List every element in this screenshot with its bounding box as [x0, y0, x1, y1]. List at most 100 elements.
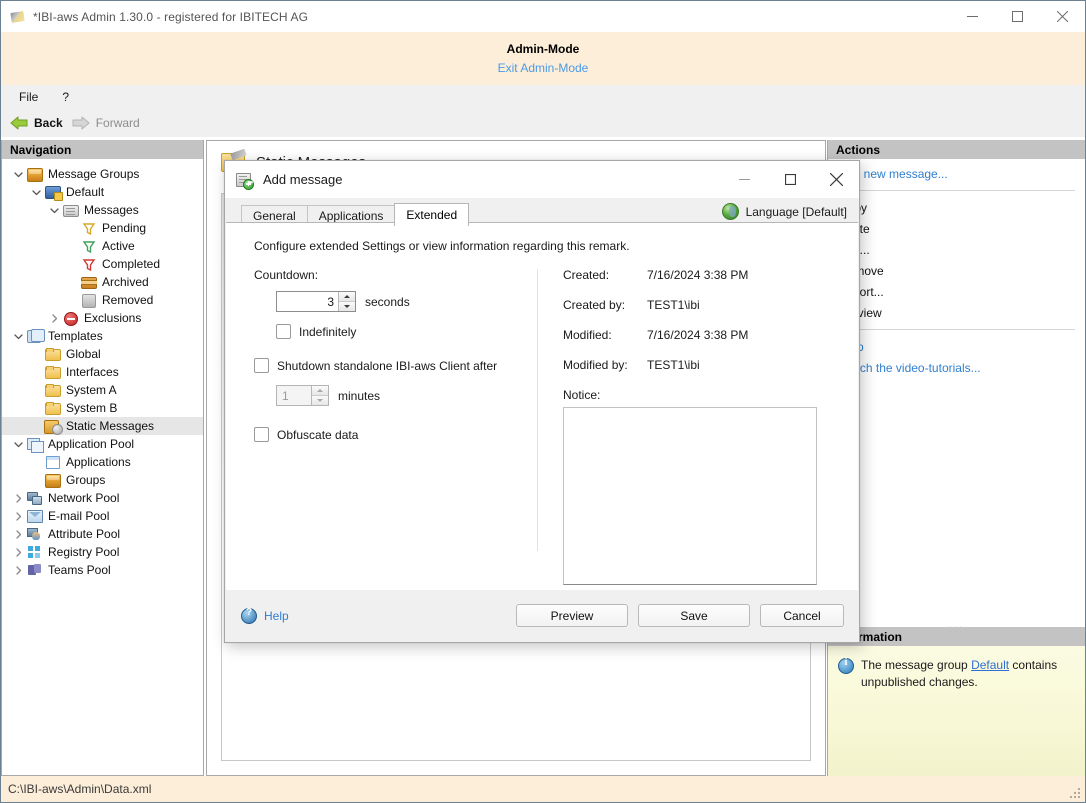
window-controls — [950, 1, 1085, 32]
dialog-help-link[interactable]: Help — [241, 607, 289, 624]
nav-item-label: Default — [66, 185, 105, 199]
indefinitely-checkbox[interactable] — [276, 324, 291, 339]
menu-item-help[interactable]: ? — [53, 87, 78, 107]
nav-item-label: Teams Pool — [48, 563, 111, 577]
nav-item-static-messages[interactable]: Static Messages — [2, 417, 203, 435]
tab-extended[interactable]: Extended — [394, 203, 470, 226]
nav-item-exclusions[interactable]: Exclusions — [2, 309, 203, 327]
nav-item-interfaces[interactable]: Interfaces — [2, 363, 203, 381]
chevron-down-icon[interactable] — [10, 165, 26, 183]
chevron-down-icon[interactable] — [10, 435, 26, 453]
window-title: *IBI-aws Admin 1.30.0 - registered for I… — [33, 9, 309, 24]
indefinitely-label: Indefinitely — [299, 324, 357, 339]
window-titlebar: *IBI-aws Admin 1.30.0 - registered for I… — [1, 1, 1085, 32]
folder-icon — [44, 364, 61, 380]
countdown-seconds-stepper[interactable] — [276, 291, 356, 312]
chevron-right-icon[interactable] — [10, 507, 26, 525]
information-text-before: The message group — [861, 658, 972, 672]
action-export[interactable]: Export... — [828, 281, 1085, 302]
chevron-right-icon[interactable] — [10, 489, 26, 507]
nav-item-groups[interactable]: Groups — [2, 471, 203, 489]
notice-textarea[interactable] — [564, 408, 816, 584]
save-button[interactable]: Save — [638, 604, 750, 627]
nav-item-global[interactable]: Global — [2, 345, 203, 363]
nav-item-active[interactable]: Active — [2, 237, 203, 255]
information-body: The message group Default contains unpub… — [828, 646, 1085, 787]
countdown-spin-down-button[interactable] — [339, 301, 355, 311]
static-messages-icon — [44, 418, 63, 435]
countdown-spin-up-button[interactable] — [339, 292, 355, 301]
preview-button[interactable]: Preview — [516, 604, 628, 627]
notice-field[interactable] — [563, 407, 817, 585]
action-edit[interactable]: Edit... — [828, 239, 1085, 260]
nav-item-default[interactable]: Default — [2, 183, 203, 201]
shutdown-minutes-stepper[interactable] — [276, 385, 329, 406]
obfuscate-checkbox[interactable] — [254, 427, 269, 442]
funnel-green-icon — [80, 238, 97, 254]
nav-item-teams-pool[interactable]: Teams Pool — [2, 561, 203, 579]
nav-item-label: Global — [66, 347, 101, 361]
nav-item-applications[interactable]: Applications — [2, 453, 203, 471]
metadata-key: Modified by: — [563, 358, 628, 372]
nav-item-pending[interactable]: Pending — [2, 219, 203, 237]
exit-admin-mode-link[interactable]: Exit Admin-Mode — [498, 60, 589, 77]
menu-item-file[interactable]: File — [10, 87, 47, 107]
nav-item-removed[interactable]: Removed — [2, 291, 203, 309]
shutdown-spin-buttons — [311, 386, 328, 405]
information-panel-header: Information — [828, 627, 1085, 646]
chevron-down-icon[interactable] — [46, 201, 62, 219]
shutdown-spin-down-button[interactable] — [312, 395, 328, 405]
countdown-spin-buttons — [338, 292, 355, 311]
nav-item-label: Attribute Pool — [48, 527, 121, 541]
shutdown-minutes-input[interactable] — [277, 386, 311, 405]
close-icon[interactable] — [1040, 1, 1085, 32]
action-watch-the-video-tutorials[interactable]: Watch the video-tutorials... — [828, 357, 1085, 378]
cancel-button[interactable]: Cancel — [760, 604, 844, 627]
dialog-maximize-icon[interactable] — [767, 161, 813, 198]
dialog-close-icon[interactable] — [813, 161, 859, 198]
chevron-down-icon[interactable] — [10, 327, 26, 345]
nav-item-archived[interactable]: Archived — [2, 273, 203, 291]
nav-item-application-pool[interactable]: Application Pool — [2, 435, 203, 453]
chevron-right-icon[interactable] — [10, 543, 26, 561]
nav-item-network-pool[interactable]: Network Pool — [2, 489, 203, 507]
nav-item-e-mail-pool[interactable]: E-mail Pool — [2, 507, 203, 525]
nav-item-system-a[interactable]: System A — [2, 381, 203, 399]
actions-panel-header: Actions — [828, 140, 1085, 159]
nav-item-messages[interactable]: Messages — [2, 201, 203, 219]
action-add-new-message[interactable]: Add new message... — [828, 163, 1085, 184]
navigation-panel: Navigation Message Groups Default Messages… — [1, 140, 204, 776]
nav-item-attribute-pool[interactable]: Attribute Pool — [2, 525, 203, 543]
application-icon — [44, 454, 61, 470]
action-remove[interactable]: Remove — [828, 260, 1085, 281]
resize-grip-icon[interactable] — [1068, 786, 1081, 799]
back-button[interactable]: Back — [10, 116, 63, 130]
status-bar: C:\IBI-aws\Admin\Data.xml — [1, 776, 1085, 802]
nav-item-completed[interactable]: Completed — [2, 255, 203, 273]
action-paste[interactable]: Paste — [828, 218, 1085, 239]
nav-item-system-b[interactable]: System B — [2, 399, 203, 417]
dialog-title: Add message — [263, 172, 343, 187]
maximize-icon[interactable] — [995, 1, 1040, 32]
nav-item-registry-pool[interactable]: Registry Pool — [2, 543, 203, 561]
minimize-icon[interactable] — [950, 1, 995, 32]
chevron-down-icon[interactable] — [28, 183, 44, 201]
shutdown-spin-up-button[interactable] — [312, 386, 328, 395]
email-icon — [26, 508, 43, 524]
action-preview[interactable]: Preview — [828, 302, 1085, 323]
information-group-link[interactable]: Default — [971, 658, 1009, 672]
metadata-value: 7/16/2024 3:38 PM — [647, 328, 749, 342]
action-copy[interactable]: Copy — [828, 197, 1085, 218]
language-indicator[interactable]: Language [Default] — [721, 203, 847, 220]
chevron-right-icon[interactable] — [46, 309, 62, 327]
action-help[interactable]: Help — [828, 336, 1085, 357]
shutdown-client-checkbox[interactable] — [254, 358, 269, 373]
nav-item-templates[interactable]: Templates — [2, 327, 203, 345]
forward-button[interactable]: Forward — [72, 116, 140, 130]
chevron-right-icon[interactable] — [10, 525, 26, 543]
countdown-seconds-input[interactable] — [277, 292, 338, 311]
nav-item-message-groups[interactable]: Message Groups — [2, 165, 203, 183]
add-message-dialog: Add message General Applications Extended … — [224, 160, 860, 643]
chevron-right-icon[interactable] — [10, 561, 26, 579]
dialog-minimize-icon[interactable] — [721, 161, 767, 198]
